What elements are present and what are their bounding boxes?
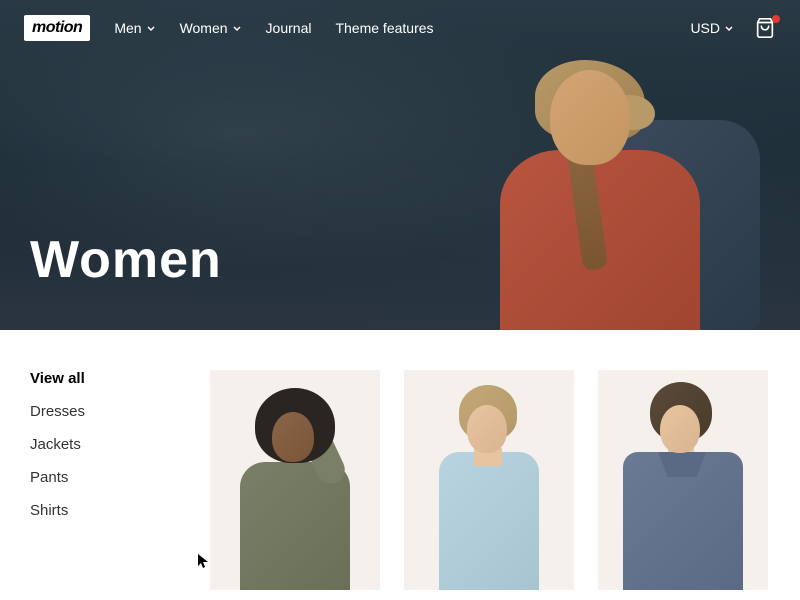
- header-right: USD: [690, 17, 776, 39]
- product-card[interactable]: [404, 370, 574, 590]
- page-title: Women: [30, 230, 222, 290]
- chevron-down-icon: [724, 23, 734, 33]
- sidebar-item-dresses[interactable]: Dresses: [30, 403, 170, 420]
- sidebar-item-view-all[interactable]: View all: [30, 370, 170, 387]
- product-grid: [210, 370, 770, 590]
- category-sidebar: View all Dresses Jackets Pants Shirts: [30, 370, 170, 590]
- main-content: View all Dresses Jackets Pants Shirts: [0, 330, 800, 590]
- cart-button[interactable]: [754, 17, 776, 39]
- product-card[interactable]: [210, 370, 380, 590]
- sidebar-item-pants[interactable]: Pants: [30, 469, 170, 486]
- product-card[interactable]: [598, 370, 768, 590]
- nav-women[interactable]: Women: [180, 20, 242, 36]
- chevron-down-icon: [232, 23, 242, 33]
- mouse-cursor-icon: [198, 554, 210, 575]
- nav-label: Theme features: [335, 20, 433, 36]
- nav-label: Women: [180, 20, 228, 36]
- currency-selector[interactable]: USD: [690, 20, 734, 36]
- nav-label: Journal: [266, 20, 312, 36]
- hero-model-image: [420, 20, 760, 330]
- sidebar-item-jackets[interactable]: Jackets: [30, 436, 170, 453]
- main-header: motion Men Women Journal Theme features …: [0, 0, 800, 56]
- nav-men[interactable]: Men: [114, 20, 155, 36]
- sidebar-item-shirts[interactable]: Shirts: [30, 502, 170, 519]
- nav-theme-features[interactable]: Theme features: [335, 20, 433, 36]
- logo[interactable]: motion: [24, 15, 90, 41]
- nav-label: Men: [114, 20, 141, 36]
- primary-nav: Men Women Journal Theme features: [114, 20, 690, 36]
- chevron-down-icon: [146, 23, 156, 33]
- cart-badge: [772, 15, 780, 23]
- currency-label: USD: [690, 20, 720, 36]
- nav-journal[interactable]: Journal: [266, 20, 312, 36]
